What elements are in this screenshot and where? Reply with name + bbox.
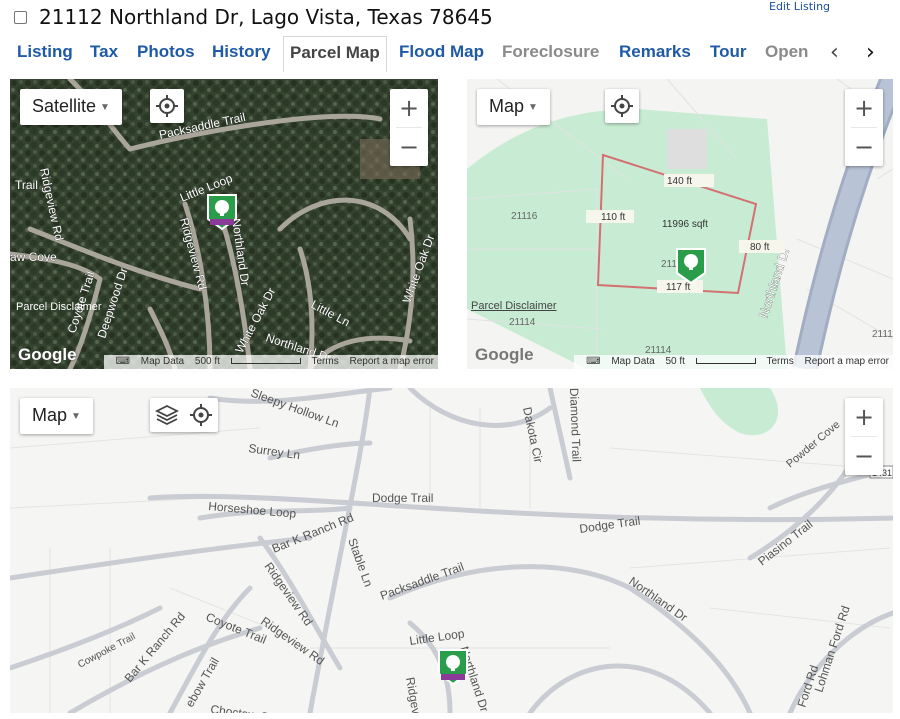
area-road-label: Powder Cove bbox=[784, 419, 842, 471]
locate-button[interactable] bbox=[150, 89, 184, 123]
listing-address: 21112 Northland Dr, Lago Vista, Texas 78… bbox=[39, 5, 493, 29]
lot-number: 21116 bbox=[511, 211, 538, 222]
crosshair-icon bbox=[611, 95, 633, 117]
tab-history[interactable]: History bbox=[212, 42, 271, 62]
property-marker-icon[interactable] bbox=[207, 194, 237, 231]
zoom-in-button[interactable]: + bbox=[845, 89, 883, 127]
area-road-label: Lohman Ford Rd bbox=[812, 604, 853, 694]
map-type-dropdown[interactable]: Map ▼ bbox=[20, 398, 93, 434]
scale-bar bbox=[230, 358, 301, 365]
parcel-map[interactable]: Northland Dr 140 ft 110 ft 11996 sqft 80… bbox=[467, 79, 893, 369]
parcel-area: 11996 sqft bbox=[662, 219, 708, 230]
map-type-label: Map bbox=[32, 405, 68, 425]
google-logo: Google bbox=[18, 345, 77, 364]
parcel-dim-bottom: 117 ft bbox=[666, 282, 690, 293]
area-road-label: Dodge Trail bbox=[372, 491, 433, 505]
tab-foreclosure[interactable]: Foreclosure bbox=[502, 42, 599, 62]
zoom-in-button[interactable]: + bbox=[390, 89, 428, 127]
tab-tax[interactable]: Tax bbox=[90, 42, 118, 62]
parcel-dim-top: 140 ft bbox=[667, 176, 692, 187]
map-tools bbox=[150, 398, 218, 432]
zoom-control: + − bbox=[845, 89, 883, 166]
keyboard-icon[interactable]: ⌨ bbox=[586, 356, 600, 367]
map-footer: ⌨ Map Data 50 ft Terms Report a map erro… bbox=[574, 355, 893, 369]
scale-label: 50 ft bbox=[665, 356, 685, 367]
edit-listing-link[interactable]: Edit Listing bbox=[769, 0, 830, 13]
chevron-down-icon: ▼ bbox=[528, 101, 538, 113]
zoom-out-button[interactable]: − bbox=[845, 437, 883, 475]
select-listing-checkbox[interactable] bbox=[14, 11, 27, 24]
satellite-map[interactable]: Packsaddle Trail Ridgeview Rd Little Loo… bbox=[10, 79, 438, 369]
map-footer: ⌨ Map Data 500 ft Terms Report a map err… bbox=[103, 355, 438, 369]
tabs-prev-arrow-icon[interactable]: ‹ bbox=[830, 40, 839, 65]
area-road-label: Packsaddle Trail bbox=[378, 560, 466, 603]
crosshair-icon bbox=[156, 95, 178, 117]
parcel-disclaimer-link[interactable]: Parcel Disclaimer bbox=[471, 300, 557, 312]
layers-icon[interactable] bbox=[150, 398, 184, 432]
map-type-dropdown[interactable]: Map ▼ bbox=[477, 89, 550, 125]
sat-road-label: aw Cove bbox=[10, 250, 57, 264]
report-error-link[interactable]: Report a map error bbox=[350, 356, 434, 367]
listing-header: 21112 Northland Dr, Lago Vista, Texas 78… bbox=[0, 0, 900, 36]
tab-flood-map[interactable]: Flood Map bbox=[399, 42, 484, 62]
tabs-next-arrow-icon[interactable]: › bbox=[866, 40, 875, 65]
tab-photos[interactable]: Photos bbox=[137, 42, 195, 62]
lot-number: 21111 bbox=[872, 329, 893, 340]
scale-label: 500 ft bbox=[194, 356, 220, 367]
google-logo: Google bbox=[475, 345, 534, 364]
area-road-label: Ridgeview Rd bbox=[258, 614, 327, 668]
property-marker-icon[interactable] bbox=[438, 649, 468, 686]
area-road-label: Stable Ln bbox=[345, 536, 376, 588]
map-type-label: Satellite bbox=[32, 96, 97, 116]
tab-parcel-map[interactable]: Parcel Map bbox=[283, 36, 387, 72]
map-data-link[interactable]: Map Data bbox=[611, 356, 654, 367]
tab-remarks[interactable]: Remarks bbox=[619, 42, 691, 62]
listing-tabs: Listing Tax Photos History Parcel Map Fl… bbox=[10, 36, 900, 72]
area-map-canvas: Sleepy Hollow Ln Surrey Ln Dakota Cir Di… bbox=[10, 388, 893, 713]
lot-number: 21114 bbox=[509, 317, 536, 328]
map-type-dropdown[interactable]: Satellite ▼ bbox=[20, 89, 122, 125]
area-road-label: Diamond Trail bbox=[567, 388, 584, 462]
area-road-label: Northland Dr bbox=[626, 574, 690, 624]
keyboard-icon[interactable]: ⌨ bbox=[116, 356, 130, 367]
chevron-down-icon: ▼ bbox=[100, 101, 110, 113]
map-type-label: Map bbox=[489, 96, 525, 116]
lot-number: 211 bbox=[661, 259, 677, 270]
zoom-out-button[interactable]: − bbox=[390, 128, 428, 166]
area-road-label: Ridgeview bbox=[403, 676, 426, 713]
terms-link[interactable]: Terms bbox=[767, 356, 794, 367]
parcel-disclaimer-link[interactable]: Parcel Disclaimer bbox=[16, 301, 102, 313]
scale-bar bbox=[695, 358, 756, 365]
area-road-label: Piasino Trail bbox=[755, 517, 815, 568]
sat-road-label: Trail bbox=[15, 178, 38, 192]
zoom-control: + − bbox=[390, 89, 428, 166]
area-map[interactable]: Sleepy Hollow Ln Surrey Ln Dakota Cir Di… bbox=[10, 388, 893, 713]
tab-listing[interactable]: Listing bbox=[17, 42, 73, 62]
area-road-label: Choctaw Cove bbox=[210, 702, 290, 713]
parcel-dim-left: 110 ft bbox=[601, 212, 625, 223]
locate-button[interactable] bbox=[605, 89, 639, 123]
chevron-down-icon: ▼ bbox=[71, 410, 81, 422]
tab-tour[interactable]: Tour bbox=[710, 42, 747, 62]
zoom-control: + − bbox=[845, 398, 883, 475]
zoom-in-button[interactable]: + bbox=[845, 398, 883, 436]
area-road-label: Cowpoke Trail bbox=[76, 631, 137, 670]
zoom-out-button[interactable]: − bbox=[845, 128, 883, 166]
crosshair-icon[interactable] bbox=[184, 398, 218, 432]
tab-open[interactable]: Open bbox=[765, 42, 808, 62]
map-data-link[interactable]: Map Data bbox=[141, 356, 184, 367]
report-error-link[interactable]: Report a map error bbox=[805, 356, 889, 367]
terms-link[interactable]: Terms bbox=[312, 356, 339, 367]
parcel-dim-right: 80 ft bbox=[750, 242, 770, 253]
